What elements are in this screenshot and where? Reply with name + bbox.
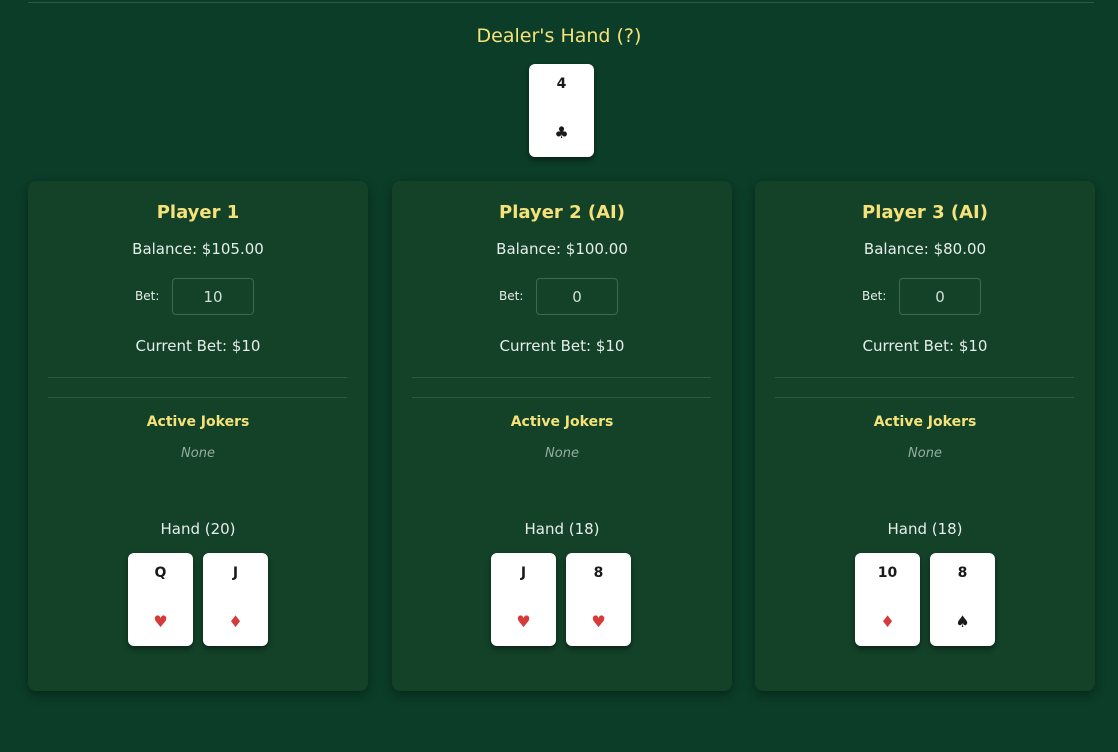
card-rank: 10: [877, 565, 898, 581]
dealer-card: 4 ♣: [529, 64, 594, 157]
current-bet: Current Bet: $10: [862, 337, 988, 355]
bet-label: Bet:: [135, 289, 160, 303]
current-bet: Current Bet: $10: [135, 337, 261, 355]
dealer-hand-title: Dealer's Hand (?): [476, 25, 642, 47]
player-card: J ♦: [203, 553, 268, 646]
hand-title: Hand (18): [524, 520, 600, 538]
player-panel-1: Player 1 Balance: $105.00 Bet: Current B…: [28, 181, 368, 691]
card-rank: 8: [593, 565, 604, 581]
hand-title: Hand (18): [887, 520, 963, 538]
spade-suit-icon: ♠: [955, 612, 970, 631]
card-rank: Q: [154, 565, 167, 581]
divider: [412, 397, 711, 398]
player-balance: Balance: $105.00: [132, 240, 264, 258]
card-rank: J: [232, 565, 239, 581]
heart-suit-icon: ♥: [516, 612, 531, 631]
card-suit-icon: ♣: [554, 123, 569, 142]
player-hand: J ♥ 8 ♥: [392, 553, 732, 648]
bet-label: Bet:: [499, 289, 524, 303]
bet-label: Bet:: [862, 289, 887, 303]
active-jokers-value: None: [181, 446, 215, 461]
bet-row: Bet:: [755, 278, 1095, 318]
bet-input[interactable]: [899, 278, 981, 315]
active-jokers-value: None: [908, 446, 942, 461]
player-name: Player 1: [156, 202, 240, 223]
player-card: Q ♥: [128, 553, 193, 646]
top-divider: [28, 2, 1094, 3]
bet-row: Bet:: [28, 278, 368, 318]
divider: [48, 377, 347, 378]
divider: [775, 377, 1074, 378]
player-card: J ♥: [491, 553, 556, 646]
heart-suit-icon: ♥: [591, 612, 606, 631]
player-panel-2: Player 2 (AI) Balance: $100.00 Bet: Curr…: [392, 181, 732, 691]
player-card: 10 ♦: [855, 553, 920, 646]
player-name: Player 3 (AI): [862, 202, 988, 223]
card-rank: 4: [556, 76, 567, 92]
divider: [412, 377, 711, 378]
player-card: 8 ♠: [930, 553, 995, 646]
bet-input[interactable]: [172, 278, 254, 315]
player-card: 8 ♥: [566, 553, 631, 646]
player-hand: Q ♥ J ♦: [28, 553, 368, 648]
diamond-suit-icon: ♦: [880, 612, 895, 631]
current-bet: Current Bet: $10: [499, 337, 625, 355]
player-name: Player 2 (AI): [499, 202, 625, 223]
active-jokers-title: Active Jokers: [510, 414, 614, 430]
heart-suit-icon: ♥: [153, 612, 168, 631]
bet-input[interactable]: [536, 278, 618, 315]
bet-row: Bet:: [392, 278, 732, 318]
divider: [775, 397, 1074, 398]
active-jokers-value: None: [545, 446, 579, 461]
player-hand: 10 ♦ 8 ♠: [755, 553, 1095, 648]
card-rank: J: [520, 565, 527, 581]
diamond-suit-icon: ♦: [228, 612, 243, 631]
active-jokers-title: Active Jokers: [146, 414, 250, 430]
player-panel-3: Player 3 (AI) Balance: $80.00 Bet: Curre…: [755, 181, 1095, 691]
player-balance: Balance: $100.00: [496, 240, 628, 258]
card-rank: 8: [957, 565, 968, 581]
hand-title: Hand (20): [160, 520, 236, 538]
divider: [48, 397, 347, 398]
active-jokers-title: Active Jokers: [873, 414, 977, 430]
player-balance: Balance: $80.00: [863, 240, 987, 258]
